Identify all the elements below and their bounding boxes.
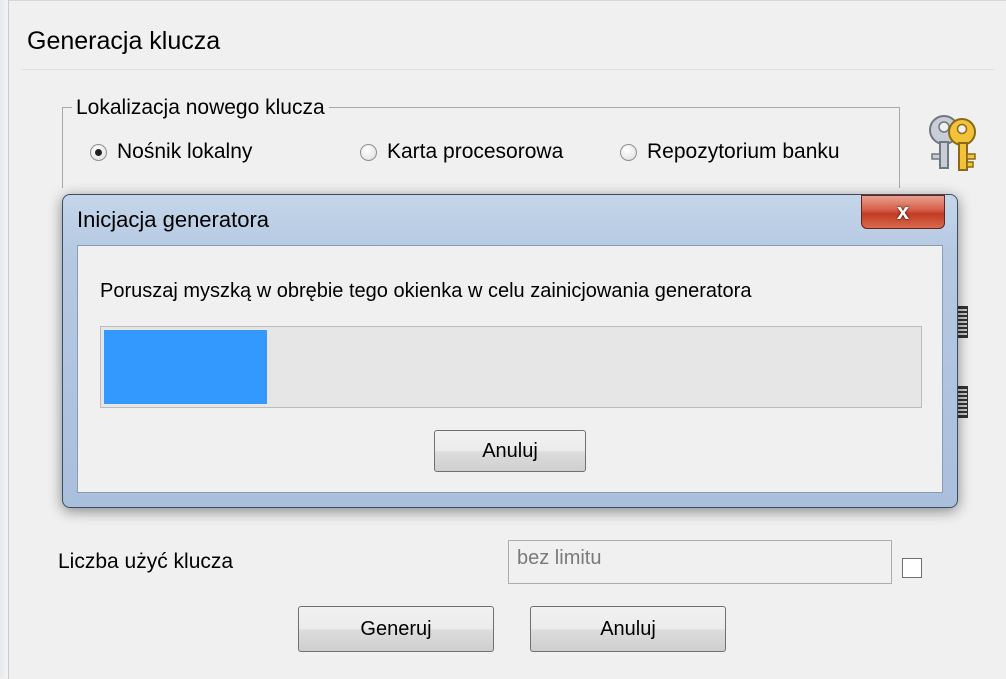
location-group-label: Lokalizacja nowego klucza <box>72 95 329 121</box>
generate-button[interactable]: Generuj <box>298 606 494 652</box>
radio-bank-repository[interactable]: Repozytorium banku <box>620 140 840 164</box>
radio-icon[interactable] <box>90 143 107 161</box>
radio-icon[interactable] <box>620 143 637 161</box>
cancel-button[interactable]: Anuluj <box>530 606 726 652</box>
dialog-message: Poruszaj myszką w obrębie tego okienka w… <box>100 280 752 302</box>
radio-icon[interactable] <box>360 143 377 161</box>
background-edge <box>0 0 8 678</box>
progress-fill <box>104 330 267 404</box>
dialog-title: Inicjacja generatora <box>77 207 270 232</box>
radio-smart-card[interactable]: Karta procesorowa <box>360 140 563 164</box>
dialog-cancel-button[interactable]: Anuluj <box>434 430 586 472</box>
generator-init-dialog: Inicjacja generatora x Poruszaj myszką w… <box>62 194 958 508</box>
usage-count-label: Liczba użyć klucza <box>58 550 234 573</box>
keys-icon <box>929 115 976 171</box>
progress-bar <box>100 326 922 408</box>
radio-label: Nośnik lokalny <box>117 140 253 163</box>
close-button[interactable]: x <box>861 195 945 229</box>
radio-label: Repozytorium banku <box>647 140 840 163</box>
window-title: Generacja klucza <box>27 27 221 55</box>
radio-local-media[interactable]: Nośnik lokalny <box>90 140 252 164</box>
usage-limit-checkbox[interactable] <box>902 558 922 578</box>
close-icon: x <box>896 199 910 224</box>
title-separator <box>21 69 995 70</box>
radio-label: Karta procesorowa <box>387 140 564 163</box>
dialog-body: Poruszaj myszką w obrębie tego okienka w… <box>77 245 943 493</box>
usage-count-field[interactable]: bez limitu <box>508 540 892 584</box>
